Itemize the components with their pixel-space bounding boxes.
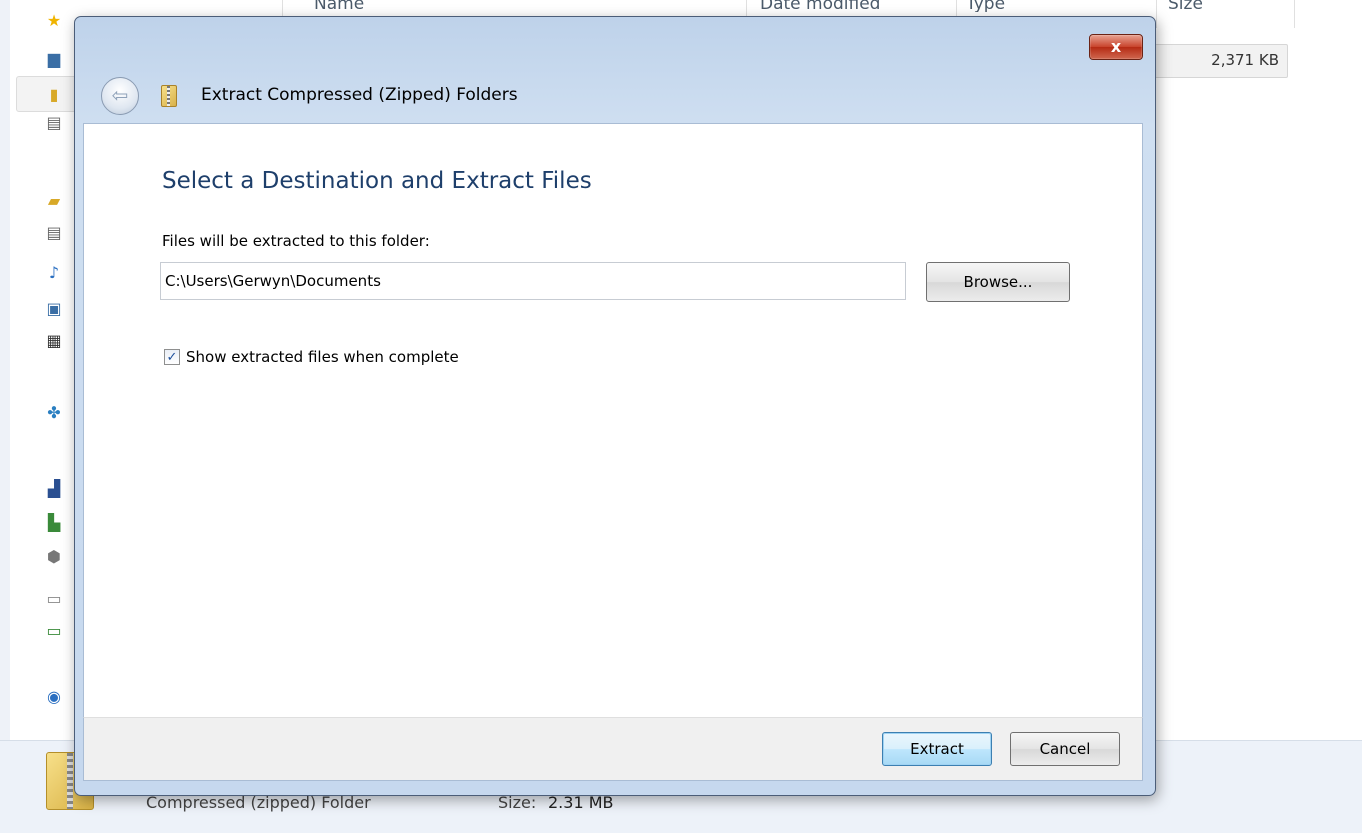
homegroup-icon[interactable]: ✤ — [44, 402, 64, 422]
destination-label: Files will be extracted to this folder: — [162, 232, 430, 250]
documents-icon[interactable]: ▤ — [44, 222, 64, 242]
network-icon[interactable]: ◉ — [44, 686, 64, 706]
column-header-date-modified[interactable]: Date modified — [760, 0, 880, 12]
checkmark-icon: ✓ — [166, 349, 178, 365]
computer-icon[interactable]: ▟ — [44, 478, 64, 498]
back-arrow-icon: ⇦ — [111, 83, 129, 107]
pictures-icon[interactable]: ▣ — [44, 298, 64, 318]
drive-icon[interactable]: ⬢ — [44, 546, 64, 566]
show-files-option[interactable]: ✓ Show extracted files when complete — [164, 348, 459, 366]
extract-dialog: x ⇦ Extract Compressed (Zipped) Folders … — [74, 16, 1156, 796]
show-files-checkbox[interactable]: ✓ — [164, 349, 180, 365]
network-drive-icon[interactable]: ▭ — [44, 620, 64, 640]
videos-icon[interactable]: ▦ — [44, 330, 64, 350]
page-heading: Select a Destination and Extract Files — [162, 168, 592, 194]
music-icon[interactable]: ♪ — [44, 262, 64, 282]
dialog-content: Select a Destination and Extract Files F… — [83, 123, 1143, 718]
libraries-icon[interactable]: ▰ — [44, 190, 64, 210]
cancel-button[interactable]: Cancel — [1010, 732, 1120, 766]
file-size: 2,371 KB — [1211, 51, 1279, 69]
close-button[interactable]: x — [1089, 34, 1143, 60]
dialog-footer: Extract Cancel — [83, 717, 1143, 781]
column-header-size[interactable]: Size — [1168, 0, 1203, 12]
extract-button[interactable]: Extract — [882, 732, 992, 766]
dialog-title: Extract Compressed (Zipped) Folders — [201, 85, 518, 105]
zip-folder-icon — [161, 85, 177, 107]
column-header-type[interactable]: Type — [966, 0, 1005, 12]
navigation-pane: ★ ▆ ▮ ▤ ▰ ▤ ♪ ▣ ▦ ✤ ▟ ▙ ⬢ ▭ ▭ ◉ — [10, 0, 88, 740]
favorites-star-icon[interactable]: ★ — [44, 10, 64, 30]
browse-button[interactable]: Browse... — [926, 262, 1070, 302]
show-files-label[interactable]: Show extracted files when complete — [186, 348, 459, 366]
column-separator — [1156, 0, 1157, 28]
close-icon: x — [1110, 37, 1122, 56]
column-header-name[interactable]: Name — [314, 0, 364, 12]
destination-path-input[interactable] — [160, 262, 906, 300]
recent-places-icon[interactable]: ▤ — [44, 112, 64, 132]
downloads-folder-icon[interactable]: ▮ — [44, 84, 64, 104]
column-separator — [1294, 0, 1295, 28]
desktop-icon[interactable]: ▆ — [44, 48, 64, 68]
removable-drive-icon[interactable]: ▭ — [44, 588, 64, 608]
back-button[interactable]: ⇦ — [101, 77, 139, 115]
local-disk-icon[interactable]: ▙ — [44, 512, 64, 532]
